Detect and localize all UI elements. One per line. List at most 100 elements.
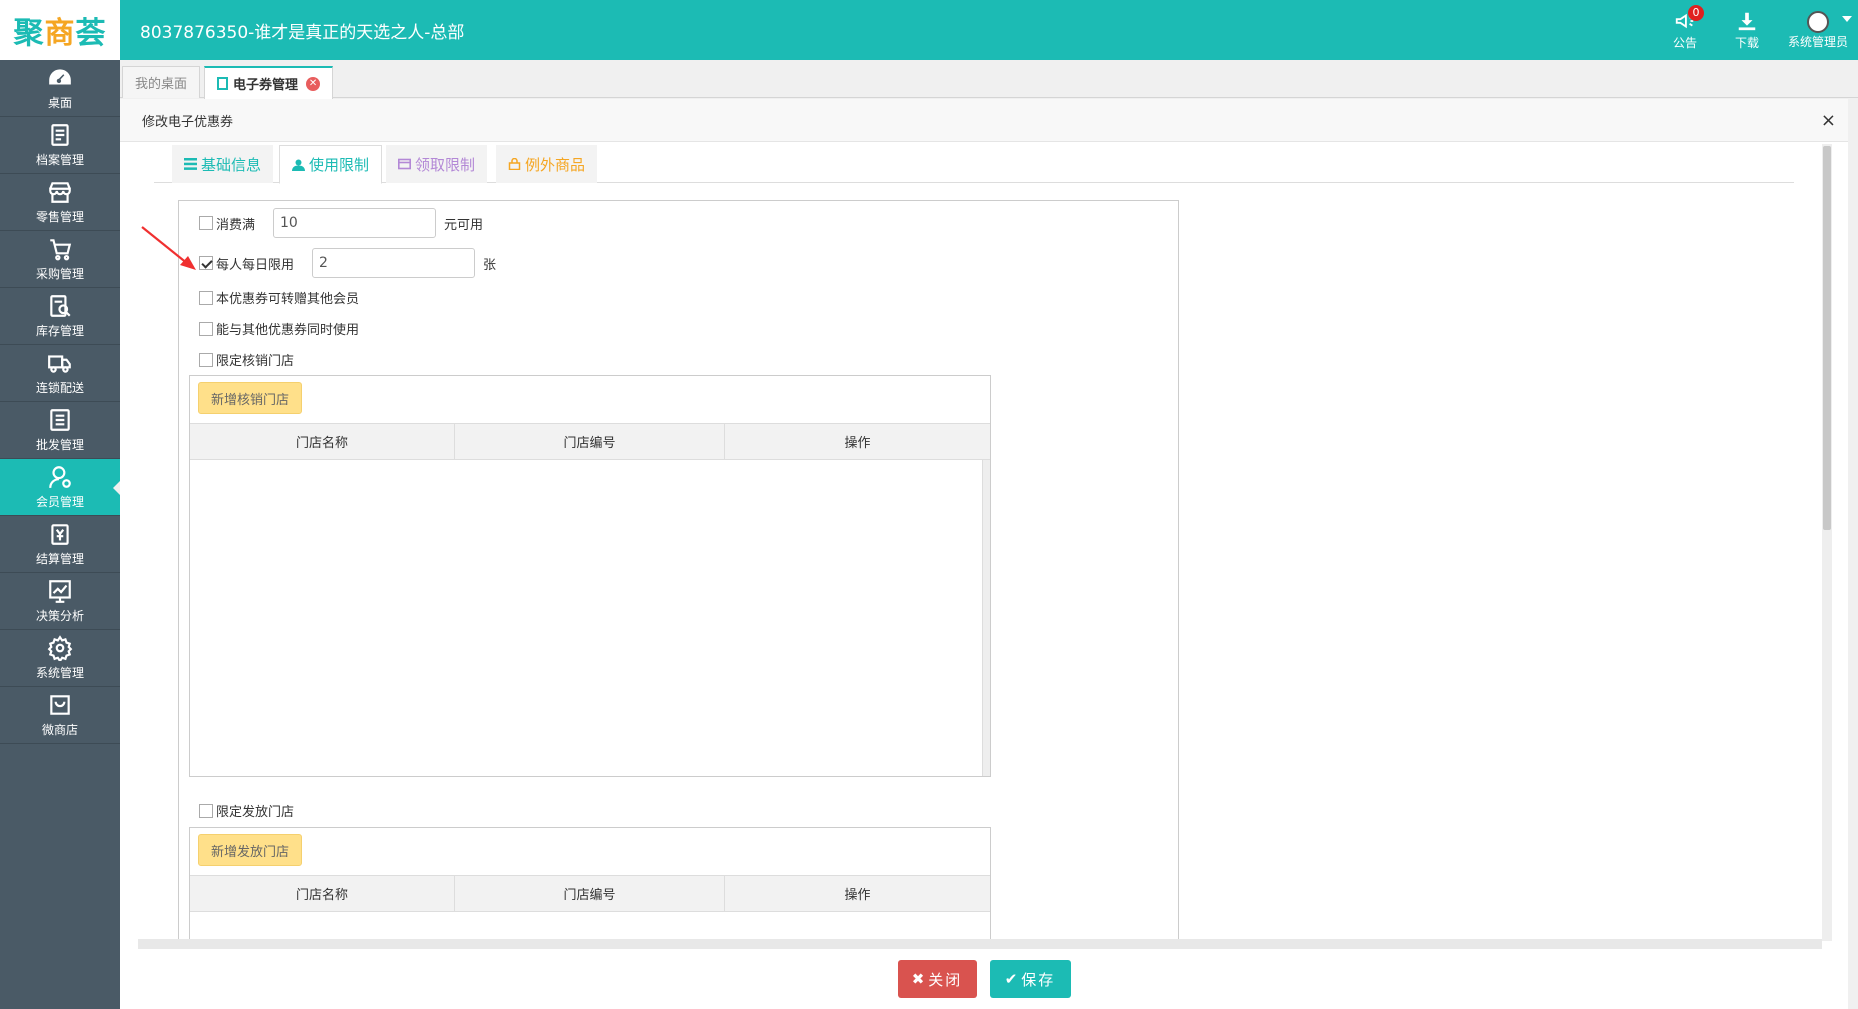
member-icon (49, 466, 71, 488)
inner-tabs: 基础信息 使用限制 领取限制 例外商品 (154, 144, 1794, 184)
app-title: 8037876350-谁才是真正的天选之人-总部 (140, 23, 465, 43)
spend-min-checkbox[interactable] (199, 216, 213, 230)
tab-close-icon[interactable]: ✕ (306, 76, 321, 91)
document-icon (217, 77, 228, 90)
page-tabs: 我的桌面 电子券管理 ✕ (120, 60, 1858, 99)
sidebar-item-label: 连锁配送 (35, 381, 84, 395)
sidebar-item-system[interactable]: 系统管理 (0, 630, 120, 687)
archive-icon (51, 124, 69, 146)
tab-my-desktop[interactable]: 我的桌面 (122, 66, 200, 98)
table-header: 门店名称 门店编号 操作 (190, 876, 990, 912)
spend-min-row: 消费满 元可用 (199, 208, 483, 238)
sidebar-item-desktop[interactable]: 桌面 (0, 60, 120, 117)
limit-redeem-store-checkbox[interactable] (199, 352, 213, 367)
limit-issue-store-label: 限定发放门店 (216, 805, 295, 820)
sidebar-item-inventory[interactable]: 库存管理 (0, 288, 120, 345)
tab-usage-limits[interactable]: 使用限制 (279, 145, 383, 184)
wholesale-icon (50, 409, 70, 431)
add-issue-store-button[interactable]: 新增发放门店 (198, 834, 303, 866)
column-store-code[interactable]: 门店编号 (455, 876, 725, 911)
column-actions[interactable]: 操作 (725, 424, 990, 459)
download-icon (1738, 12, 1756, 30)
spend-min-suffix: 元可用 (444, 217, 484, 233)
inventory-icon (50, 295, 71, 317)
card-icon (398, 158, 411, 170)
user-name: 系统管理员 (1787, 34, 1848, 49)
column-store-name[interactable]: 门店名称 (190, 424, 455, 459)
issue-store-table: 新增发放门店 门店名称 门店编号 操作 (189, 827, 991, 941)
save-button[interactable]: ✔ 保存 (989, 960, 1071, 998)
logo[interactable]: 聚商荟 (0, 0, 120, 60)
combinable-row: 能与其他优惠券同时使用 (199, 319, 359, 338)
daily-limit-checkbox[interactable] (199, 256, 213, 270)
lock-icon (508, 158, 521, 170)
dialog-vertical-scrollbar[interactable] (1822, 144, 1832, 941)
truck-icon (48, 355, 71, 373)
tab-claim-limits[interactable]: 领取限制 (386, 145, 488, 183)
column-store-code[interactable]: 门店编号 (455, 424, 725, 459)
user-icon (292, 159, 305, 171)
tab-coupon-management[interactable]: 电子券管理 ✕ (204, 66, 334, 99)
dialog-horizontal-scrollbar[interactable] (138, 939, 1822, 949)
avatar (1807, 10, 1829, 33)
transferable-checkbox[interactable] (199, 290, 213, 305)
add-redeem-store-button[interactable]: 新增核销门店 (198, 382, 303, 414)
dialog-footer: ✖ 关闭 ✔ 保存 (120, 949, 1848, 1009)
tab-excluded-products[interactable]: 例外商品 (496, 145, 598, 183)
close-button[interactable]: ✖ 关闭 (897, 960, 977, 998)
sidebar-item-archive[interactable]: 档案管理 (0, 117, 120, 174)
daily-limit-input[interactable] (312, 248, 476, 278)
close-x-icon: ✖ (911, 970, 927, 988)
dialog-header: 修改电子优惠券 × (120, 99, 1848, 142)
transferable-row: 本优惠券可转赠其他会员 (199, 288, 359, 307)
limit-issue-store-checkbox[interactable] (199, 803, 213, 818)
issue-store-toolbar: 新增发放门店 (190, 828, 990, 876)
spend-min-input[interactable] (273, 208, 437, 238)
top-bar: 聚商荟 8037876350-谁才是真正的天选之人-总部 0 公告 下载 系统管… (0, 0, 1858, 60)
sidebar-item-label: 系统管理 (35, 666, 84, 680)
sidebar-item-label: 档案管理 (35, 153, 84, 167)
sidebar-item-purchase[interactable]: 采购管理 (0, 231, 120, 288)
daily-limit-label: 每人每日限用 (216, 257, 295, 273)
sidebar-item-retail[interactable]: 零售管理 (0, 174, 120, 231)
store-icon (49, 182, 71, 203)
sidebar-item-settlement[interactable]: 结算管理 (0, 516, 120, 573)
sidebar-item-microshop[interactable]: 微商店 (0, 687, 120, 744)
limit-redeem-store-row: 限定核销门店 (199, 350, 294, 369)
check-icon: ✔ (1004, 970, 1020, 988)
sidebar: 桌面 档案管理 零售管理 采购管理 库存管理 连锁配送 批发管理 会员管理 结算… (0, 60, 120, 1009)
column-actions[interactable]: 操作 (725, 876, 990, 911)
table-scrollbar[interactable] (982, 460, 990, 776)
tab-label: 电子券管理 (233, 78, 299, 93)
close-icon[interactable]: × (1821, 110, 1836, 131)
scrollbar-thumb[interactable] (1823, 146, 1831, 530)
sidebar-item-label: 批发管理 (35, 438, 84, 452)
sidebar-item-analysis[interactable]: 决策分析 (0, 573, 120, 630)
sidebar-item-label: 零售管理 (35, 210, 84, 224)
edit-coupon-dialog: 修改电子优惠券 × 基础信息 使用限制 领取限制 例外商品 消费满 10 元可用… (120, 99, 1848, 1009)
limit-redeem-store-label: 限定核销门店 (216, 354, 295, 369)
download-button[interactable]: 下载 (1716, 0, 1778, 60)
column-store-name[interactable]: 门店名称 (190, 876, 455, 911)
user-menu[interactable]: 系统管理员 (1778, 0, 1858, 60)
sidebar-item-wholesale[interactable]: 批发管理 (0, 402, 120, 459)
chart-icon (49, 580, 71, 603)
notice-button[interactable]: 0 公告 (1654, 0, 1716, 60)
sidebar-item-member[interactable]: 会员管理 (0, 459, 120, 516)
limit-issue-store-row: 限定发放门店 (199, 801, 294, 820)
combinable-label: 能与其他优惠券同时使用 (216, 323, 360, 338)
tab-label: 基础信息 (201, 155, 262, 174)
sidebar-item-label: 结算管理 (35, 552, 84, 566)
combinable-checkbox[interactable] (199, 321, 213, 336)
sidebar-item-label: 桌面 (47, 96, 72, 110)
notice-count-badge: 0 (1688, 5, 1704, 21)
redeem-store-table: 新增核销门店 门店名称 门店编号 操作 (189, 375, 991, 777)
tab-basic-info[interactable]: 基础信息 (172, 145, 274, 183)
notice-label: 公告 (1672, 35, 1697, 50)
cart-icon (50, 239, 72, 261)
sidebar-item-distribution[interactable]: 连锁配送 (0, 345, 120, 402)
daily-limit-suffix: 张 (483, 257, 497, 273)
close-button-label: 关闭 (928, 970, 963, 989)
gear-icon (47, 635, 73, 661)
save-button-label: 保存 (1021, 970, 1056, 989)
